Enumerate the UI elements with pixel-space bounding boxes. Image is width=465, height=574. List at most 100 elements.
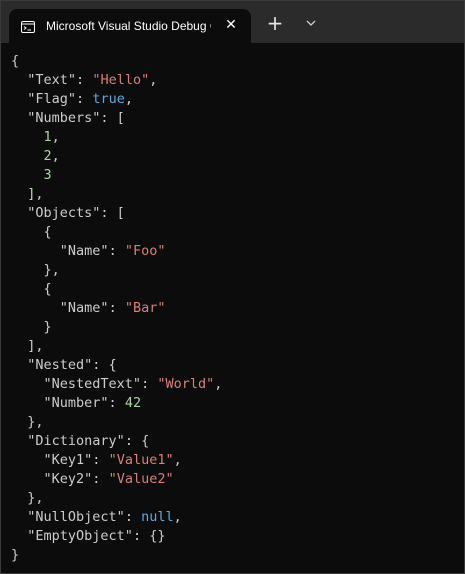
console-token: "NullObject" <box>27 509 125 525</box>
console-token: 42 <box>124 395 142 411</box>
console-output[interactable]: { "Text": "Hello", "Flag": true, "Number… <box>1 43 464 573</box>
console-line: }, <box>11 489 464 508</box>
console-token: : <box>108 395 125 411</box>
console-line: 3 <box>11 166 464 185</box>
console-token: "EmptyObject" <box>27 528 133 544</box>
console-token: "NestedText" <box>43 376 142 392</box>
console-token <box>11 243 60 259</box>
console-token: }, <box>11 262 60 278</box>
console-line: "Number": 42 <box>11 394 464 413</box>
console-token: : {} <box>132 528 166 544</box>
console-token: 3 <box>43 167 52 183</box>
console-line: "Dictionary": { <box>11 432 464 451</box>
console-token: { <box>11 224 52 240</box>
console-line: }, <box>11 413 464 432</box>
tab-debug-console[interactable]: Microsoft Visual Studio Debug Console ✕ <box>9 9 251 43</box>
console-token <box>11 509 27 525</box>
console-line: "Text": "Hello", <box>11 71 464 90</box>
console-token <box>11 129 44 145</box>
console-token: } <box>11 319 52 335</box>
console-line: ], <box>11 337 464 356</box>
console-token: "Key2" <box>43 471 93 487</box>
console-token: "Foo" <box>124 243 166 259</box>
console-line: "NullObject": null, <box>11 508 464 527</box>
console-token: : <box>92 471 109 487</box>
console-token: } <box>11 547 20 563</box>
console-token: "World" <box>157 376 215 392</box>
close-tab-button[interactable]: ✕ <box>223 17 239 33</box>
console-token: "Objects" <box>27 205 101 221</box>
console-token: }, <box>11 490 44 506</box>
console-token: true <box>92 91 125 107</box>
console-token: "Text" <box>27 72 77 88</box>
console-token: : { <box>92 357 117 373</box>
console-token: "Numbers" <box>27 110 101 126</box>
console-token <box>11 357 27 373</box>
console-line: ], <box>11 185 464 204</box>
console-token <box>11 395 44 411</box>
console-token: null <box>141 509 174 525</box>
title-bar[interactable]: Microsoft Visual Studio Debug Console ✕ … <box>1 1 464 43</box>
console-token: , <box>173 452 182 468</box>
chevron-down-icon <box>306 20 316 26</box>
console-token: 1 <box>43 129 52 145</box>
console-token: "Dictionary" <box>27 433 125 449</box>
console-line: 2, <box>11 147 464 166</box>
console-token <box>11 433 27 449</box>
console-line: "Numbers": [ <box>11 109 464 128</box>
console-token: { <box>11 281 52 297</box>
tab-title: Microsoft Visual Studio Debug Console <box>46 19 211 33</box>
console-token: : <box>141 376 158 392</box>
console-token: "Nested" <box>27 357 93 373</box>
console-line: } <box>11 546 464 565</box>
console-token: }, <box>11 414 44 430</box>
close-icon: ✕ <box>225 17 237 33</box>
console-line: { <box>11 52 464 71</box>
console-token <box>11 110 27 126</box>
console-line: } <box>11 318 464 337</box>
console-token: : [ <box>100 205 125 221</box>
console-token: , <box>149 72 158 88</box>
new-tab-button[interactable]: + <box>265 13 285 33</box>
console-token <box>11 452 44 468</box>
tab-dropdown-button[interactable] <box>301 14 321 32</box>
console-token: , <box>173 509 182 525</box>
console-token: : <box>124 509 142 525</box>
console-token: : <box>76 72 93 88</box>
console-token <box>11 300 60 316</box>
console-token: { <box>11 53 20 69</box>
console-token: , <box>51 148 60 164</box>
console-line: 1, <box>11 128 464 147</box>
console-line: { <box>11 280 464 299</box>
console-token: , <box>51 129 60 145</box>
console-line: "Objects": [ <box>11 204 464 223</box>
console-token: : [ <box>100 110 125 126</box>
console-token <box>11 148 44 164</box>
console-token <box>11 205 27 221</box>
console-token: "Flag" <box>27 91 77 107</box>
console-token: "Name" <box>59 243 109 259</box>
console-token: , <box>124 91 133 107</box>
console-line: "EmptyObject": {} <box>11 527 464 546</box>
console-token <box>11 167 44 183</box>
console-line: "Key2": "Value2" <box>11 470 464 489</box>
terminal-window: Microsoft Visual Studio Debug Console ✕ … <box>0 0 465 574</box>
console-line: "Nested": { <box>11 356 464 375</box>
console-token: "Name" <box>59 300 109 316</box>
console-token: : <box>92 452 109 468</box>
console-token: : <box>108 243 125 259</box>
console-line: }, <box>11 261 464 280</box>
plus-icon: + <box>266 11 284 35</box>
console-line: "Key1": "Value1", <box>11 451 464 470</box>
console-token: ], <box>11 338 44 354</box>
console-token: : <box>108 300 125 316</box>
console-token: "Hello" <box>92 72 150 88</box>
console-token: "Key1" <box>43 452 93 468</box>
console-token <box>11 376 44 392</box>
console-token <box>11 72 27 88</box>
console-token: "Bar" <box>124 300 166 316</box>
console-token: : <box>76 91 93 107</box>
console-icon <box>21 18 35 33</box>
console-line: { <box>11 223 464 242</box>
console-token: ], <box>11 186 44 202</box>
